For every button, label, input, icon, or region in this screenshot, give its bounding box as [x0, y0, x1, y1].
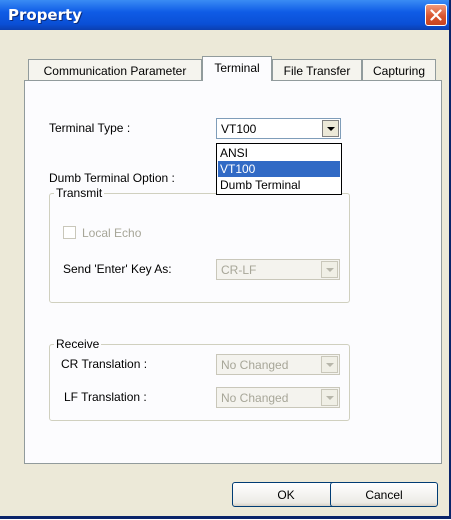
- terminal-type-label: Terminal Type :: [49, 121, 131, 135]
- property-dialog: Property Communication Parameter Termina…: [0, 0, 451, 519]
- transmit-caption: Transmit: [54, 186, 105, 200]
- cr-translation-value: No Changed: [221, 358, 289, 372]
- cancel-button-label: Cancel: [365, 488, 403, 502]
- lf-translation-value: No Changed: [221, 391, 289, 405]
- chevron-down-icon: [326, 363, 334, 367]
- receive-caption: Receive: [54, 337, 102, 351]
- dropdown-option-vt100[interactable]: VT100: [218, 161, 340, 177]
- tab-label: Communication Parameter: [43, 64, 187, 78]
- send-enter-key-select[interactable]: CR-LF: [216, 259, 340, 280]
- chevron-down-icon: [326, 268, 334, 272]
- window-title: Property: [8, 6, 82, 24]
- tab-file-transfer[interactable]: File Transfer: [272, 59, 362, 81]
- lf-translation-label: LF Translation :: [64, 390, 147, 404]
- tab-label: Capturing: [372, 64, 426, 78]
- send-enter-dropdown-button[interactable]: [321, 261, 338, 278]
- title-bar[interactable]: Property: [0, 0, 449, 30]
- tab-terminal[interactable]: Terminal: [202, 56, 272, 81]
- terminal-type-select[interactable]: VT100: [216, 118, 341, 139]
- send-enter-key-value: CR-LF: [221, 263, 257, 277]
- option-label: VT100: [220, 162, 256, 176]
- ok-button-label: OK: [277, 488, 295, 502]
- chevron-down-icon: [327, 127, 335, 131]
- option-label: Dumb Terminal: [220, 178, 301, 192]
- terminal-type-value: VT100: [221, 122, 257, 136]
- close-x-icon: [430, 9, 442, 21]
- cr-translation-dropdown-button[interactable]: [321, 356, 338, 373]
- dropdown-option-dumb-terminal[interactable]: Dumb Terminal: [218, 177, 340, 193]
- transmit-groupbox: [49, 193, 350, 303]
- lf-translation-select[interactable]: No Changed: [216, 387, 340, 408]
- local-echo-label: Local Echo: [82, 226, 142, 240]
- ok-button[interactable]: OK: [232, 482, 340, 507]
- chevron-down-icon: [326, 396, 334, 400]
- terminal-type-dropdown-button[interactable]: [322, 120, 339, 137]
- cancel-button[interactable]: Cancel: [330, 482, 438, 507]
- cr-translation-label: CR Translation :: [61, 357, 148, 371]
- lf-translation-dropdown-button[interactable]: [321, 389, 338, 406]
- close-button[interactable]: [425, 4, 447, 26]
- option-label: ANSI: [220, 146, 249, 160]
- dropdown-option-ansi[interactable]: ANSI: [218, 145, 340, 161]
- send-enter-key-label: Send 'Enter' Key As:: [63, 262, 172, 276]
- tab-label: Terminal: [214, 61, 260, 75]
- terminal-type-dropdown-list: ANSI VT100 Dumb Terminal: [216, 143, 342, 195]
- cr-translation-select[interactable]: No Changed: [216, 354, 340, 375]
- tab-communication-parameter[interactable]: Communication Parameter: [28, 59, 202, 81]
- local-echo-checkbox[interactable]: [63, 226, 76, 239]
- tab-capturing[interactable]: Capturing: [362, 59, 436, 81]
- tab-label: File Transfer: [283, 64, 351, 78]
- dumb-terminal-option-label: Dumb Terminal Option :: [49, 171, 175, 185]
